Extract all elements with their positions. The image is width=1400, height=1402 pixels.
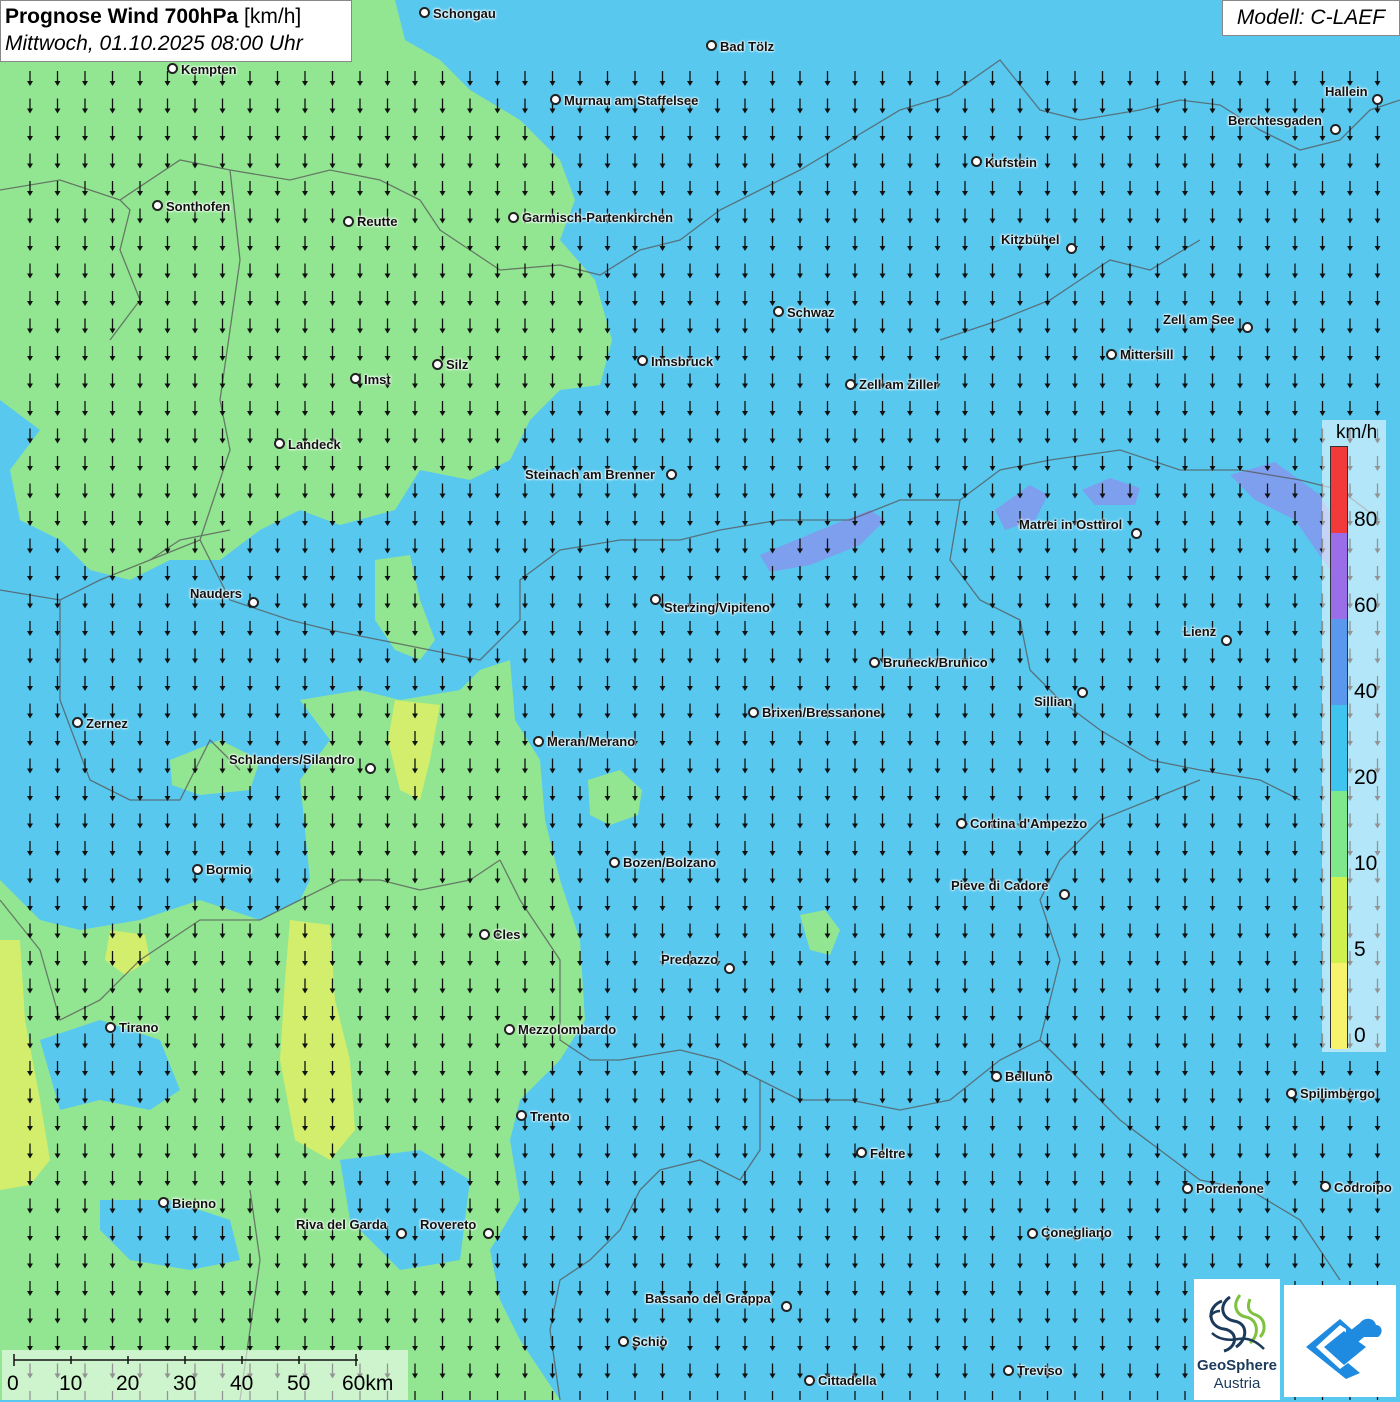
geosphere-emblem-icon — [1194, 1283, 1280, 1363]
city-marker — [419, 7, 430, 18]
map-title-unit: [km/h] — [244, 5, 301, 28]
city-marker — [432, 359, 443, 370]
scale-label-20: 20 — [116, 1372, 139, 1396]
legend-segment-40-60 — [1331, 619, 1347, 705]
city-label-hallein: Hallein — [1325, 84, 1368, 99]
legend-label-40: 40 — [1354, 680, 1377, 704]
scale-label-40: 40 — [230, 1372, 253, 1396]
forecast-datetime: Mittwoch, 01.10.2025 08:00 Uhr — [5, 31, 347, 57]
city-marker — [350, 373, 361, 384]
city-marker — [550, 94, 561, 105]
city-marker — [274, 438, 285, 449]
app-logo[interactable] — [1284, 1285, 1396, 1397]
city-marker — [1242, 322, 1253, 333]
city-marker — [637, 355, 648, 366]
city-label-kufstein: Kufstein — [985, 155, 1037, 170]
city-marker — [167, 63, 178, 74]
city-label-zell-am-see: Zell am See — [1163, 312, 1235, 327]
scale-label-0: 0 — [7, 1372, 19, 1396]
legend-segment-0-5 — [1331, 963, 1347, 1049]
city-marker — [773, 306, 784, 317]
city-marker — [1066, 243, 1077, 254]
scale-label-50: 50 — [287, 1372, 310, 1396]
legend-colorbar — [1330, 446, 1348, 1048]
city-label-murnau: Murnau am Staffelsee — [564, 93, 698, 108]
scale-label-60km: 60km — [342, 1372, 393, 1396]
color-legend: km/h 80 60 40 20 10 5 0 — [1322, 420, 1386, 1052]
city-marker — [1330, 124, 1341, 135]
geosphere-country: Austria — [1194, 1375, 1280, 1392]
geosphere-logo[interactable]: GeoSphere Austria — [1194, 1279, 1280, 1400]
legend-label-5: 5 — [1354, 938, 1366, 962]
legend-segment-60-80 — [1331, 533, 1347, 619]
legend-segment-10-20 — [1331, 791, 1347, 877]
city-label-sonthofen: Sonthofen — [166, 199, 230, 214]
city-label-kitzbuehel: Kitzbühel — [1001, 232, 1060, 247]
legend-segment-20-40 — [1331, 705, 1347, 791]
city-marker — [666, 469, 677, 480]
model-label: Modell: C-LAEF — [1222, 0, 1400, 36]
legend-unit: km/h — [1336, 422, 1377, 444]
city-label-reutte: Reutte — [357, 214, 397, 229]
city-label-garmisch: Garmisch-Partenkirchen — [522, 210, 673, 225]
scale-bar-ticks — [2, 1350, 408, 1374]
city-label-mittersill: Mittersill — [1120, 347, 1173, 362]
map-title-main: Prognose Wind 700hPa — [5, 5, 238, 28]
city-label-bad-toelz: Bad Tölz — [720, 39, 774, 54]
map-title: Prognose Wind 700hPa [km/h] — [5, 3, 347, 31]
legend-label-60: 60 — [1354, 594, 1377, 618]
city-marker — [152, 200, 163, 211]
city-label-imst: Imst — [364, 372, 391, 387]
legend-label-0: 0 — [1354, 1024, 1366, 1048]
city-label-zell-am-ziller: Zell am Ziller — [859, 377, 938, 392]
legend-segment-5-10 — [1331, 877, 1347, 963]
legend-label-20: 20 — [1354, 766, 1377, 790]
city-label-steinach: Steinach am Brenner — [525, 467, 655, 482]
scale-label-10: 10 — [59, 1372, 82, 1396]
city-label-schongau: Schongau — [433, 6, 496, 21]
city-marker — [845, 379, 856, 390]
scale-bar: 0 10 20 30 40 50 60km — [2, 1350, 408, 1400]
map-title-box: Prognose Wind 700hPa [km/h] Mittwoch, 01… — [0, 0, 352, 62]
legend-label-80: 80 — [1354, 508, 1377, 532]
scale-label-30: 30 — [173, 1372, 196, 1396]
city-marker — [706, 40, 717, 51]
city-marker — [1372, 94, 1383, 105]
city-marker — [1106, 349, 1117, 360]
city-label-landeck: Landeck — [288, 437, 341, 452]
city-label-kempten: Kempten — [181, 62, 237, 77]
city-marker — [343, 216, 354, 227]
geosphere-name: GeoSphere — [1194, 1357, 1280, 1374]
city-label-berchtesgaden: Berchtesgaden — [1228, 113, 1322, 128]
legend-segment-80-plus — [1331, 447, 1347, 533]
city-marker — [971, 156, 982, 167]
city-marker — [508, 212, 519, 223]
cloud-arrow-icon — [1284, 1285, 1396, 1397]
city-label-schwaz: Schwaz — [787, 305, 835, 320]
city-label-silz: Silz — [446, 357, 468, 372]
legend-label-10: 10 — [1354, 852, 1377, 876]
city-label-innsbruck: Innsbruck — [651, 354, 713, 369]
